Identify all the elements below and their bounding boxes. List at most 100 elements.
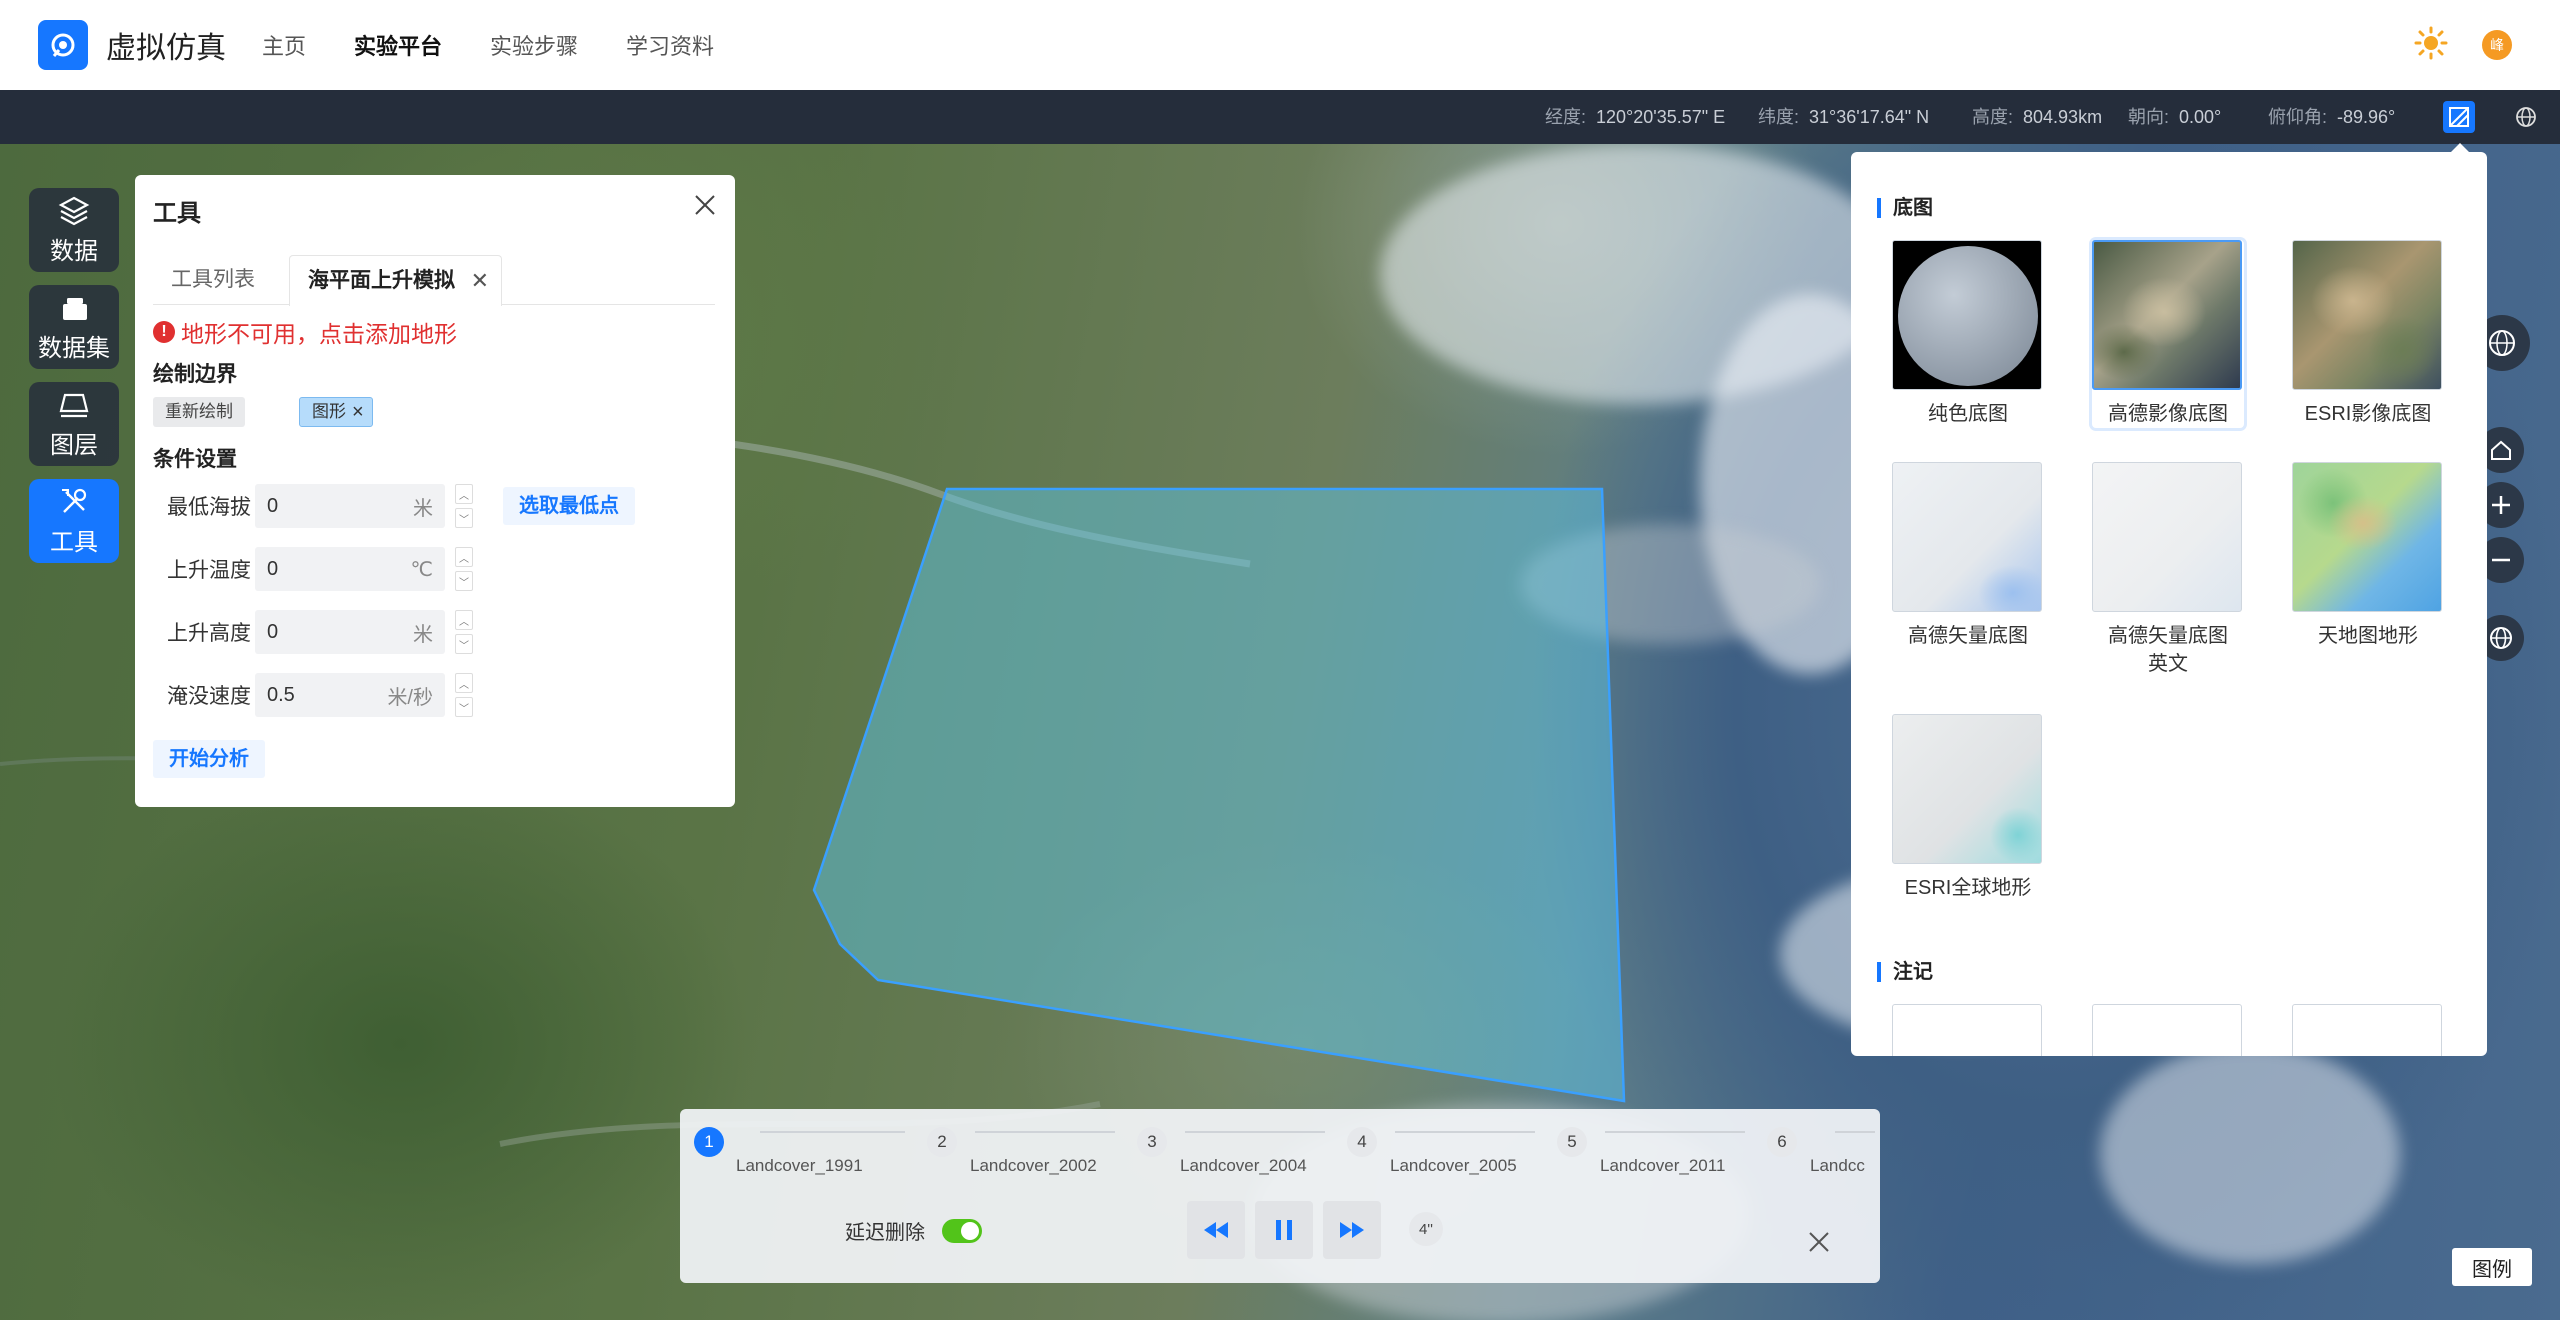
tab-tool-list[interactable]: 工具列表 [153,255,273,305]
home-icon [2491,440,2511,460]
timeline-step-connector [1185,1131,1325,1133]
temperature-rise-input[interactable] [267,557,367,581]
timeline-step-label[interactable]: Landcc [1810,1156,1865,1176]
sidebar-item-data[interactable]: 数据 [29,188,119,272]
redraw-button[interactable]: 重新绘制 [153,397,245,427]
sun-icon[interactable] [2414,26,2448,65]
fast-forward-icon [1340,1222,1364,1238]
stepper-down-icon[interactable]: ﹀ [455,697,473,717]
rise-height-stepper[interactable]: ︿ ﹀ [455,610,473,654]
legend-button[interactable]: 图例 [2452,1248,2532,1286]
nav-lab-steps[interactable]: 实验步骤 [490,29,578,61]
annotation-option-thumbnail[interactable] [2292,1004,2442,1056]
timeline-step-3[interactable]: 3 [1137,1127,1167,1157]
rewind-button[interactable] [1187,1201,1245,1259]
timeline-step-connector [1605,1131,1745,1133]
basemap-option-esri-terrain[interactable]: ESRI全球地形 [1892,714,2044,902]
avatar[interactable]: 峰 [2482,30,2512,60]
timeline-close-button[interactable] [1804,1227,1834,1257]
timeline-step-1[interactable]: 1 [694,1127,724,1157]
latitude-readout: 纬度: 31°36'17.64" N [1758,107,1930,127]
timeline-step-5[interactable]: 5 [1557,1127,1587,1157]
start-analysis-button[interactable]: 开始分析 [153,740,265,778]
unit-label: 米/秒 [387,686,433,709]
timeline-step-label[interactable]: Landcover_2005 [1390,1156,1517,1176]
globe-button[interactable] [2510,101,2542,133]
min-elevation-stepper[interactable]: ︿ ﹀ [455,484,473,528]
terrain-warning[interactable]: ! 地形不可用，点击添加地形 [153,315,457,349]
shape-tag: 图形 × [299,397,373,427]
tab-close-icon[interactable]: ✕ [471,256,489,306]
temperature-rise-field[interactable]: ℃ [255,547,445,591]
field-label: 淹没速度 [167,685,251,708]
basemap-toggle-button[interactable] [2443,101,2475,133]
timeline-step-2[interactable]: 2 [927,1127,957,1157]
tab-sea-level-rise[interactable]: 海平面上升模拟 ✕ [289,255,502,306]
tool-panel-close-button[interactable] [689,189,721,221]
basemap-thumbnail [2292,240,2442,390]
flood-speed-stepper[interactable]: ︿ ﹀ [455,673,473,717]
basemap-thumbnail [2092,462,2242,612]
annotation-option-thumbnail[interactable] [1892,1004,2042,1056]
plus-icon [2492,496,2510,514]
stepper-down-icon[interactable]: ﹀ [455,571,473,591]
temperature-rise-stepper[interactable]: ︿ ﹀ [455,547,473,591]
pause-icon [1276,1220,1292,1240]
pick-lowest-point-button[interactable]: 选取最低点 [503,487,635,525]
pitch-readout: 俯仰角: -89.96° [2268,107,2396,127]
close-icon [695,195,715,215]
timeline-step-label[interactable]: Landcover_1991 [736,1156,863,1176]
stepper-up-icon[interactable]: ︿ [455,673,473,693]
timeline-step-connector [1395,1131,1535,1133]
heading-readout: 朝向: 0.00° [2128,107,2222,127]
stepper-up-icon[interactable]: ︿ [455,610,473,630]
annotation-option-thumbnail[interactable] [2092,1004,2242,1056]
pause-button[interactable] [1255,1201,1313,1259]
basemap-option-solid[interactable]: 纯色底图 [1892,240,2044,428]
terrain-warning-text: 地形不可用，点击添加地形 [181,321,457,347]
timeline-step-4[interactable]: 4 [1347,1127,1377,1157]
timeline-step-label[interactable]: Landcover_2002 [970,1156,1097,1176]
nav-learning-materials[interactable]: 学习资料 [626,29,714,61]
basemap-panel-pointer [2450,143,2470,153]
shape-tag-label: 图形 [312,402,346,421]
unit-label: 米 [413,497,433,520]
basemap-option-amap-vector[interactable]: 高德矢量底图 [1892,462,2044,650]
tool-panel-title: 工具 [153,200,201,227]
stepper-up-icon[interactable]: ︿ [455,484,473,504]
nav-home[interactable]: 主页 [262,29,306,61]
shape-tag-remove-icon[interactable]: × [352,397,364,427]
app-logo-icon [38,20,88,70]
timeline-step-label[interactable]: Landcover_2011 [1600,1156,1725,1176]
timeline-step-6[interactable]: 6 [1767,1127,1797,1157]
draw-boundary-heading: 绘制边界 [153,363,237,386]
stepper-down-icon[interactable]: ﹀ [455,634,473,654]
timeline-step-label[interactable]: Landcover_2004 [1180,1156,1307,1176]
stepper-up-icon[interactable]: ︿ [455,547,473,567]
rise-height-field[interactable]: 米 [255,610,445,654]
sidebar-item-tools[interactable]: 工具 [29,479,119,563]
min-elevation-input[interactable] [267,494,367,518]
basemap-option-amap-imagery[interactable]: 高德影像底图 [2092,240,2244,428]
flood-speed-field[interactable]: 米/秒 [255,673,445,717]
sidebar-item-dataset[interactable]: 数据集 [29,285,119,369]
delay-delete-toggle[interactable] [942,1219,982,1243]
flood-speed-input[interactable] [267,683,367,707]
rise-height-input[interactable] [267,620,367,644]
basemap-option-amap-vector-en[interactable]: 高德矢量底图英文 [2092,462,2244,678]
globe-icon [2490,627,2512,649]
nav-lab-platform[interactable]: 实验平台 [354,29,442,61]
sidebar-item-layer[interactable]: 图层 [29,382,119,466]
fast-forward-button[interactable] [1323,1201,1381,1259]
basemap-panel: 底图 纯色底图 高德影像底图 ESRI影像底图 高德矢量底图 高德矢量底图英文 … [1851,152,2487,1056]
basemap-option-tianditu-terrain[interactable]: 天地图地形 [2292,462,2444,650]
field-row-min-elevation: 最低海拔 米 ︿﹀ 选取最低点 [167,484,635,528]
condition-settings-heading: 条件设置 [153,448,237,471]
tools-icon [62,488,87,513]
delay-delete-label: 延迟删除 [845,1222,925,1244]
basemap-option-esri-imagery[interactable]: ESRI影像底图 [2292,240,2444,428]
stepper-down-icon[interactable]: ﹀ [455,508,473,528]
min-elevation-field[interactable]: 米 [255,484,445,528]
tool-panel: 工具 工具列表 海平面上升模拟 ✕ ! 地形不可用，点击添加地形 绘制边界 重新… [135,175,735,807]
playback-speed[interactable]: 4'' [1409,1212,1443,1246]
